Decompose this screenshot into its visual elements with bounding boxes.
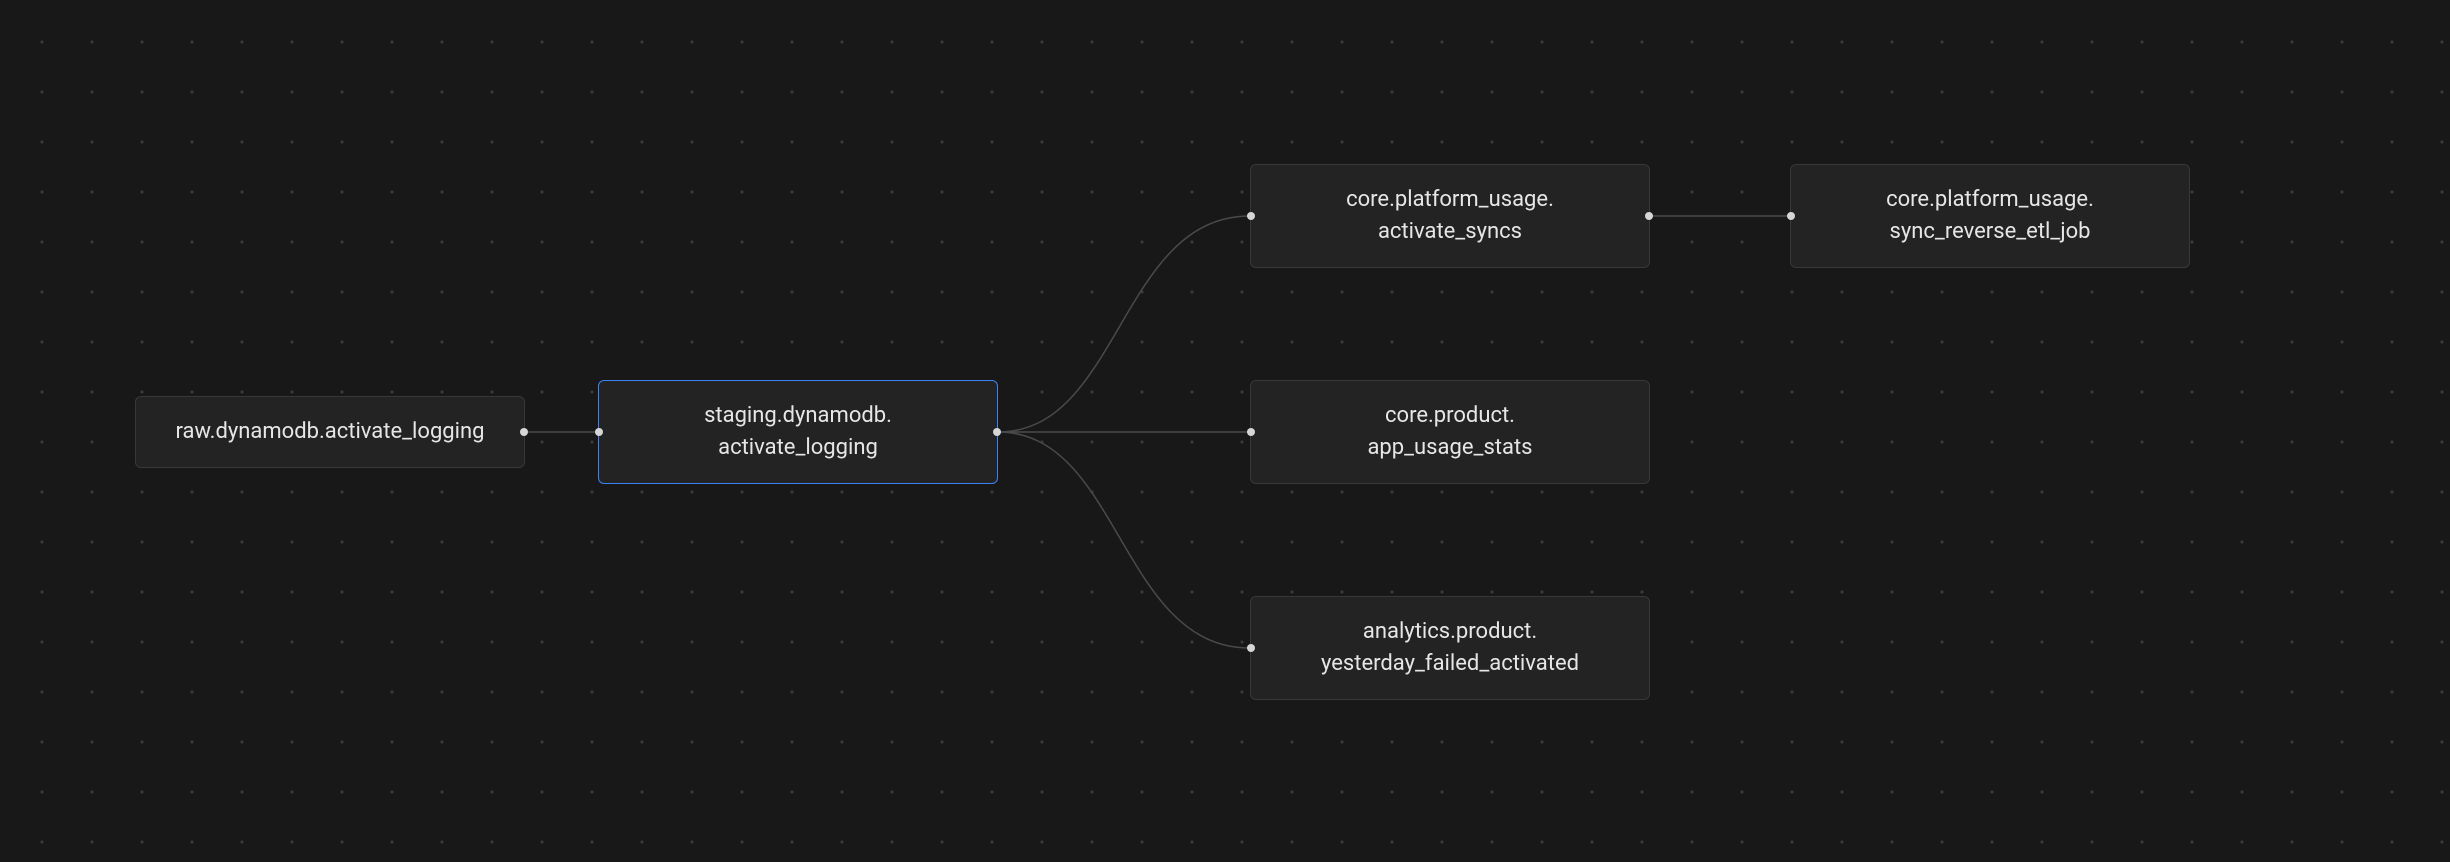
port-input[interactable]	[1247, 644, 1255, 652]
port-input[interactable]	[1247, 212, 1255, 220]
node-label: core.product.app_usage_stats	[1367, 400, 1532, 464]
node-raw-dynamodb-activate-logging[interactable]: raw.dynamodb.activate_logging	[135, 396, 525, 468]
node-label: core.platform_usage.activate_syncs	[1346, 184, 1554, 248]
port-input[interactable]	[1787, 212, 1795, 220]
node-label: staging.dynamodb.activate_logging	[704, 400, 892, 464]
node-staging-dynamodb-activate-logging[interactable]: staging.dynamodb.activate_logging	[598, 380, 998, 484]
node-label: core.platform_usage.sync_reverse_etl_job	[1886, 184, 2094, 248]
port-output[interactable]	[520, 428, 528, 436]
port-input[interactable]	[1247, 428, 1255, 436]
edge-staging-syncs	[998, 216, 1250, 432]
node-label: raw.dynamodb.activate_logging	[175, 416, 484, 448]
graph-canvas[interactable]: { "nodes": { "raw": { "label_line1": "ra…	[0, 0, 2450, 862]
port-output[interactable]	[993, 428, 1001, 436]
node-label: analytics.product.yesterday_failed_activ…	[1321, 616, 1579, 680]
port-output[interactable]	[1645, 212, 1653, 220]
port-input[interactable]	[595, 428, 603, 436]
node-analytics-product-yesterday-failed-activated[interactable]: analytics.product.yesterday_failed_activ…	[1250, 596, 1650, 700]
node-core-platform-usage-sync-reverse-etl-job[interactable]: core.platform_usage.sync_reverse_etl_job	[1790, 164, 2190, 268]
node-core-platform-usage-activate-syncs[interactable]: core.platform_usage.activate_syncs	[1250, 164, 1650, 268]
node-core-product-app-usage-stats[interactable]: core.product.app_usage_stats	[1250, 380, 1650, 484]
edge-staging-failed	[998, 432, 1250, 648]
